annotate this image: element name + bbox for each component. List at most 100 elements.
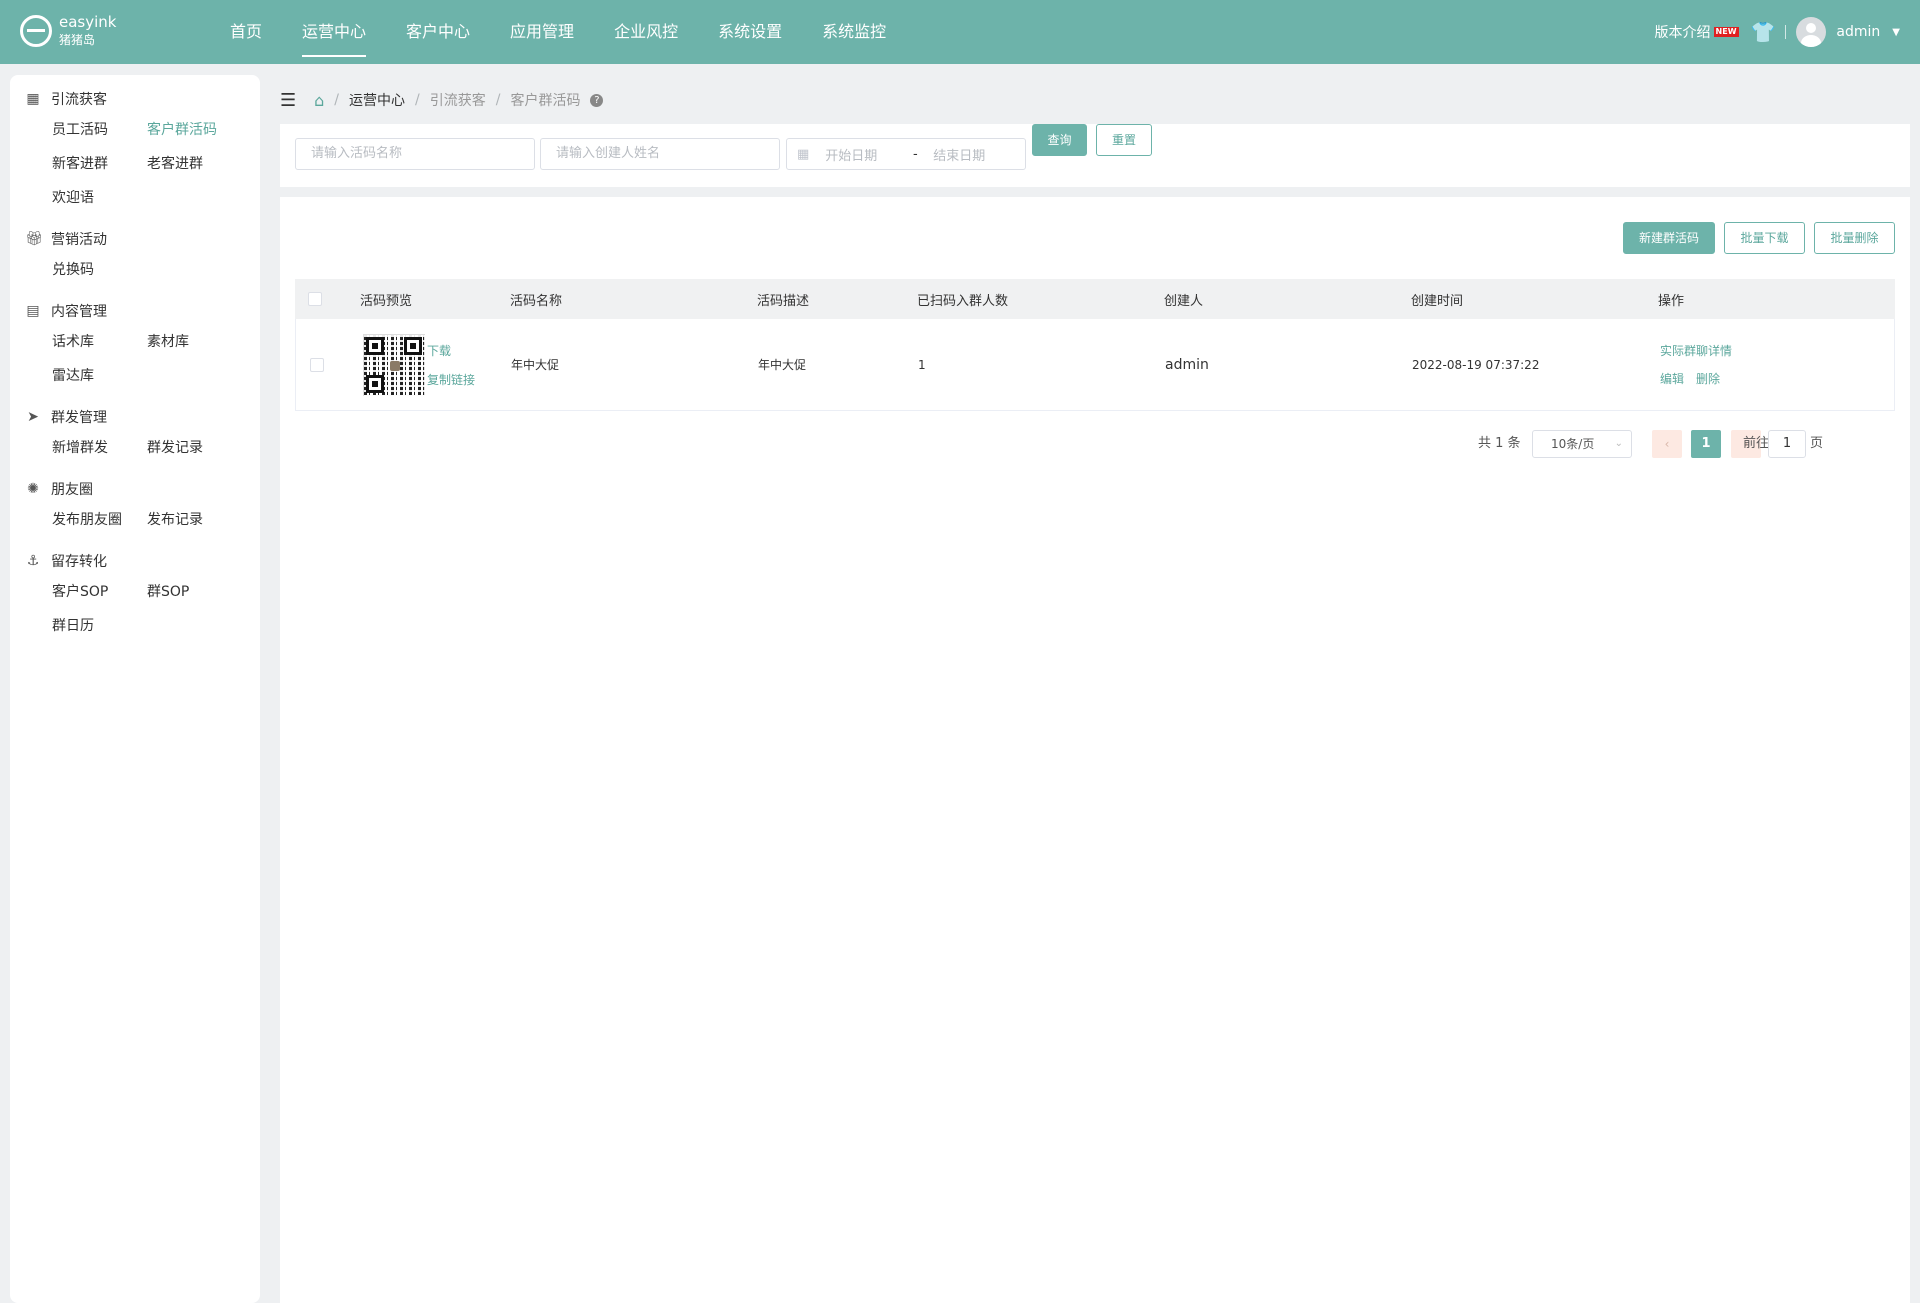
- sidebar-group-label: 引流获客: [51, 92, 107, 108]
- sidebar-item-welcome[interactable]: 欢迎语: [52, 181, 147, 215]
- delete-link[interactable]: 删除: [1696, 370, 1720, 387]
- sidebar-group-label: 留存转化: [51, 554, 107, 570]
- row-name: 年中大促: [511, 358, 560, 372]
- logo-icon: [20, 15, 52, 47]
- sidebar-item-new-mass-send[interactable]: 新增群发: [52, 431, 147, 465]
- sidebar-item-group-sop[interactable]: 群SOP: [147, 575, 242, 609]
- version-intro-link[interactable]: 版本介绍: [1655, 22, 1711, 42]
- qr-code-image: [363, 333, 426, 397]
- sidebar-item-redeem-code[interactable]: 兑换码: [52, 253, 147, 287]
- batch-download-button[interactable]: 批量下载: [1724, 222, 1805, 254]
- chevron-down-icon: ⌄: [1614, 438, 1623, 449]
- sidebar-group-content[interactable]: ▤ 内容管理: [10, 297, 260, 325]
- group-chat-detail-link[interactable]: 实际群聊详情: [1660, 342, 1732, 359]
- sidebar-group-marketing[interactable]: 🎁︎ 营销活动: [10, 225, 260, 253]
- document-icon: ▤: [26, 303, 40, 319]
- sidebar-item-staff-code[interactable]: 员工活码: [52, 113, 147, 147]
- nav-settings[interactable]: 系统设置: [698, 0, 802, 64]
- divider: [1785, 25, 1787, 39]
- page-size-value: 10条/页: [1551, 437, 1595, 451]
- column-created-at: 创建时间: [1411, 293, 1464, 309]
- user-area: 版本介绍 NEW 👕 admin ▼: [1655, 0, 1900, 64]
- page-unit-label: 页: [1810, 436, 1824, 451]
- download-link[interactable]: 下载: [427, 342, 475, 359]
- page-size-select[interactable]: 10条/页 ⌄: [1532, 430, 1632, 458]
- aperture-icon: ✺: [27, 481, 39, 497]
- user-name[interactable]: admin: [1836, 24, 1880, 40]
- app-logo[interactable]: easyink 猪猪岛: [20, 13, 116, 49]
- start-date[interactable]: 开始日期: [825, 145, 905, 164]
- goto-page-input[interactable]: 1: [1768, 430, 1806, 458]
- nav-operations[interactable]: 运营中心: [282, 0, 386, 64]
- gift-icon: 🎁︎: [25, 231, 43, 247]
- sidebar-item-old-customer-group[interactable]: 老客进群: [147, 147, 242, 181]
- prev-page-button[interactable]: ‹: [1652, 430, 1682, 458]
- sidebar-item-group-calendar[interactable]: 群日历: [52, 609, 147, 643]
- sidebar-item-post-moments[interactable]: 发布朋友圈: [52, 503, 147, 537]
- column-description: 活码描述: [757, 293, 810, 309]
- column-creator: 创建人: [1164, 293, 1204, 309]
- breadcrumb-operations[interactable]: 运营中心: [349, 90, 405, 110]
- sidebar-item-radar[interactable]: 雷达库: [52, 359, 147, 393]
- sidebar-group-mass-send[interactable]: ➤ 群发管理: [10, 403, 260, 431]
- pagination-total: 共 1 条: [1478, 436, 1521, 451]
- sidebar-item-scripts[interactable]: 话术库: [52, 325, 147, 359]
- caret-down-icon[interactable]: ▼: [1892, 27, 1900, 38]
- nav-risk-control[interactable]: 企业风控: [594, 0, 698, 64]
- date-range-separator: -: [912, 146, 918, 162]
- edit-link[interactable]: 编辑: [1660, 370, 1684, 387]
- sidebar-group-retention[interactable]: ⚓︎ 留存转化: [10, 547, 260, 575]
- sidebar-group-moments[interactable]: ✺ 朋友圈: [10, 475, 260, 503]
- code-name-input[interactable]: 请输入活码名称: [295, 138, 535, 170]
- logo-name: easyink: [59, 13, 117, 31]
- breadcrumb-acquisition: 引流获客: [429, 93, 486, 109]
- date-range-picker[interactable]: ▦ 开始日期 - 结束日期: [786, 138, 1026, 170]
- pagination: 共 1 条 10条/页 ⌄ ‹ 1 › 前往 1 页: [280, 430, 1910, 458]
- breadcrumb-separator: /: [495, 92, 501, 108]
- new-badge: NEW: [1713, 27, 1739, 37]
- home-icon[interactable]: ⌂: [314, 91, 324, 110]
- breadcrumb-separator: /: [415, 92, 420, 108]
- batch-delete-button[interactable]: 批量删除: [1814, 222, 1895, 254]
- top-nav: 首页 运营中心 客户中心 应用管理 企业风控 系统设置 系统监控: [210, 0, 906, 64]
- calendar-icon: ▦: [797, 146, 810, 162]
- help-icon[interactable]: ?: [590, 93, 604, 107]
- row-checkbox[interactable]: [310, 357, 324, 372]
- sidebar-item-group-code[interactable]: 客户群活码: [147, 113, 242, 147]
- avatar[interactable]: [1796, 17, 1827, 47]
- end-date[interactable]: 结束日期: [933, 145, 985, 164]
- copy-link-button[interactable]: 复制链接: [427, 371, 475, 388]
- table-card: 新建群活码 批量下载 批量删除 活码预览 活码名称 活码描述 已扫码入群人数 创…: [280, 197, 1910, 1303]
- nav-apps[interactable]: 应用管理: [490, 0, 594, 64]
- nav-customers[interactable]: 客户中心: [386, 0, 490, 64]
- column-actions: 操作: [1658, 293, 1685, 309]
- row-description: 年中大促: [758, 358, 807, 372]
- theme-shirt-icon[interactable]: 👕: [1751, 22, 1776, 42]
- nav-home[interactable]: 首页: [210, 0, 282, 64]
- breadcrumb-separator: /: [334, 92, 340, 108]
- nav-monitor[interactable]: 系统监控: [802, 0, 906, 64]
- menu-collapse-icon[interactable]: ☰: [280, 90, 296, 111]
- sidebar-item-new-customer-group[interactable]: 新客进群: [52, 147, 147, 181]
- sidebar-item-materials[interactable]: 素材库: [147, 325, 242, 359]
- row-scanned-count: 1: [918, 357, 926, 372]
- breadcrumb-current: 客户群活码: [510, 93, 581, 109]
- create-group-code-button[interactable]: 新建群活码: [1623, 222, 1715, 254]
- sidebar-item-mass-send-records[interactable]: 群发记录: [147, 431, 242, 465]
- column-preview: 活码预览: [360, 293, 413, 309]
- table-header: 活码预览 活码名称 活码描述 已扫码入群人数 创建人 创建时间 操作: [295, 279, 1895, 319]
- sidebar-item-post-records[interactable]: 发布记录: [147, 503, 242, 537]
- top-header: easyink 猪猪岛 首页 运营中心 客户中心 应用管理 企业风控 系统设置 …: [0, 0, 1920, 64]
- grid-icon: ▦: [26, 91, 40, 107]
- page-number-1[interactable]: 1: [1691, 430, 1721, 458]
- sidebar-group-label: 群发管理: [51, 410, 107, 426]
- sidebar-group-label: 营销活动: [51, 232, 107, 248]
- creator-name-input[interactable]: 请输入创建人姓名: [540, 138, 780, 170]
- reset-button[interactable]: 重置: [1096, 124, 1152, 156]
- sidebar-group-acquisition[interactable]: ▦ 引流获客: [10, 85, 260, 113]
- send-icon: ➤: [27, 409, 39, 425]
- sidebar-item-customer-sop[interactable]: 客户SOP: [52, 575, 147, 609]
- anchor-icon: ⚓︎: [26, 553, 40, 569]
- select-all-checkbox[interactable]: [308, 292, 322, 306]
- query-button[interactable]: 查询: [1032, 124, 1087, 156]
